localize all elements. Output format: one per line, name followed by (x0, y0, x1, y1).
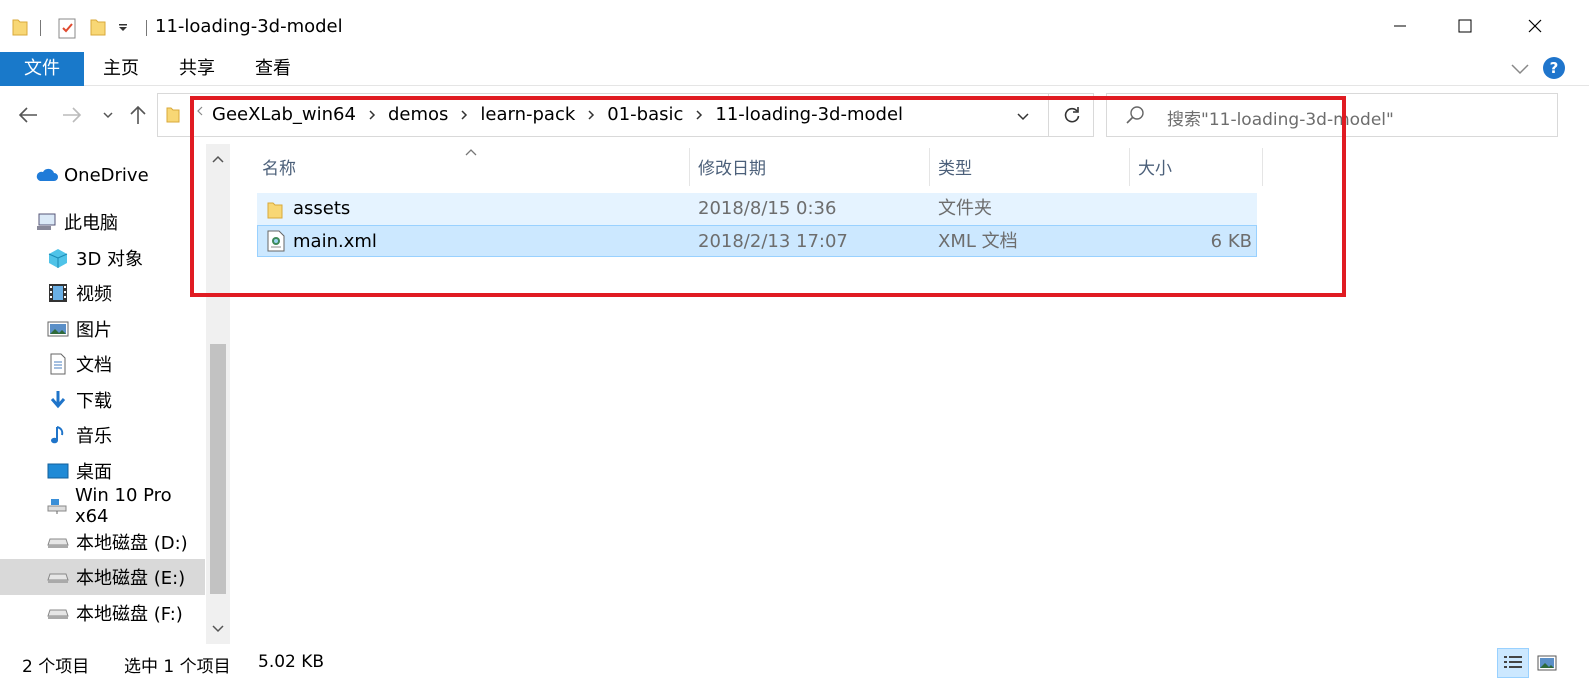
sidebar-item-pictures[interactable]: 图片 (0, 311, 205, 347)
scroll-down-icon[interactable] (206, 614, 230, 644)
drive-icon (46, 531, 70, 553)
quick-access-separator (40, 20, 41, 36)
documents-icon (46, 353, 70, 375)
sidebar-item-label: 文档 (76, 355, 112, 376)
sidebar-item-label: 音乐 (76, 426, 112, 447)
tab-view[interactable]: 查看 (255, 52, 291, 86)
videos-icon (46, 282, 70, 304)
large-icons-view-icon (1537, 655, 1557, 671)
minimize-button[interactable] (1365, 0, 1435, 52)
drive-icon (46, 566, 70, 588)
help-icon[interactable]: ? (1543, 57, 1565, 79)
network-drive-icon (46, 495, 69, 517)
window-title: 11-loading-3d-model (155, 16, 343, 37)
forward-button[interactable] (60, 101, 84, 129)
sidebar-item-drive-d[interactable]: 本地磁盘 (D:) (0, 524, 205, 560)
selection-size: 5.02 KB (258, 652, 325, 672)
scrollbar-thumb[interactable] (210, 344, 226, 594)
sidebar-item-label: 视频 (76, 284, 112, 305)
title-separator (146, 20, 147, 36)
pictures-icon (46, 318, 70, 340)
sidebar-item-music[interactable]: 音乐 (0, 417, 205, 453)
sidebar-item-label: 下载 (76, 391, 112, 412)
maximize-button[interactable] (1430, 0, 1500, 52)
large-icons-view-button[interactable] (1533, 648, 1561, 678)
sidebar-item-label: 桌面 (76, 462, 112, 483)
sidebar-item-label: 本地磁盘 (F:) (76, 604, 183, 625)
sidebar-item-drive-f[interactable]: 本地磁盘 (F:) (0, 595, 205, 631)
customize-quick-access-icon[interactable] (118, 22, 128, 36)
sidebar-item-label: 3D 对象 (76, 249, 144, 270)
new-folder-icon[interactable] (90, 17, 106, 37)
sidebar-item-downloads[interactable]: 下载 (0, 382, 205, 418)
details-view-button[interactable] (1497, 648, 1529, 678)
close-button[interactable] (1500, 0, 1570, 52)
selection-count: 选中 1 个项目 (124, 657, 231, 677)
sidebar-item-desktop[interactable]: 桌面 (0, 453, 205, 489)
status-bar: 2 个项目 选中 1 个项目 5.02 KB (0, 644, 1589, 685)
sidebar-item-this-pc[interactable]: 此电脑 (0, 204, 205, 240)
sidebar-item-label: OneDrive (64, 164, 149, 186)
properties-icon[interactable] (58, 17, 76, 39)
sidebar-item-win10-network[interactable]: Win 10 Pro x64 (0, 485, 205, 527)
desktop-icon (46, 460, 70, 482)
up-button[interactable] (126, 101, 150, 129)
music-icon (46, 424, 70, 446)
sidebar-item-label: 图片 (76, 320, 112, 341)
onedrive-icon (34, 164, 58, 186)
ribbon: 文件 主页 共享 查看 ? (0, 52, 1589, 86)
folder-icon[interactable] (12, 17, 28, 37)
folder-icon (166, 106, 180, 124)
sidebar-item-onedrive[interactable]: OneDrive (0, 157, 205, 193)
back-button[interactable] (16, 101, 40, 129)
tab-share[interactable]: 共享 (179, 52, 215, 86)
highlight-box (190, 96, 1346, 297)
3d-objects-icon (46, 247, 70, 269)
recent-locations-button[interactable] (96, 101, 120, 129)
drive-icon (46, 602, 70, 624)
sidebar-item-label: 本地磁盘 (E:) (76, 568, 186, 589)
sidebar-item-label: 本地磁盘 (D:) (76, 533, 188, 554)
title-bar: 11-loading-3d-model (0, 0, 1589, 52)
downloads-icon (46, 389, 70, 411)
tab-file[interactable]: 文件 (0, 52, 84, 86)
sidebar-item-label: 此电脑 (64, 213, 118, 234)
this-pc-icon (34, 211, 58, 233)
sidebar-item-3d-objects[interactable]: 3D 对象 (0, 240, 205, 276)
sidebar-item-drive-e[interactable]: 本地磁盘 (E:) (0, 559, 205, 595)
item-count: 2 个项目 (22, 657, 90, 677)
expand-ribbon-icon[interactable] (1510, 61, 1530, 81)
sidebar-item-documents[interactable]: 文档 (0, 346, 205, 382)
tab-home[interactable]: 主页 (103, 52, 139, 86)
details-view-icon (1504, 656, 1522, 668)
sidebar-item-label: Win 10 Pro x64 (74, 485, 172, 527)
sidebar-item-videos[interactable]: 视频 (0, 275, 205, 311)
